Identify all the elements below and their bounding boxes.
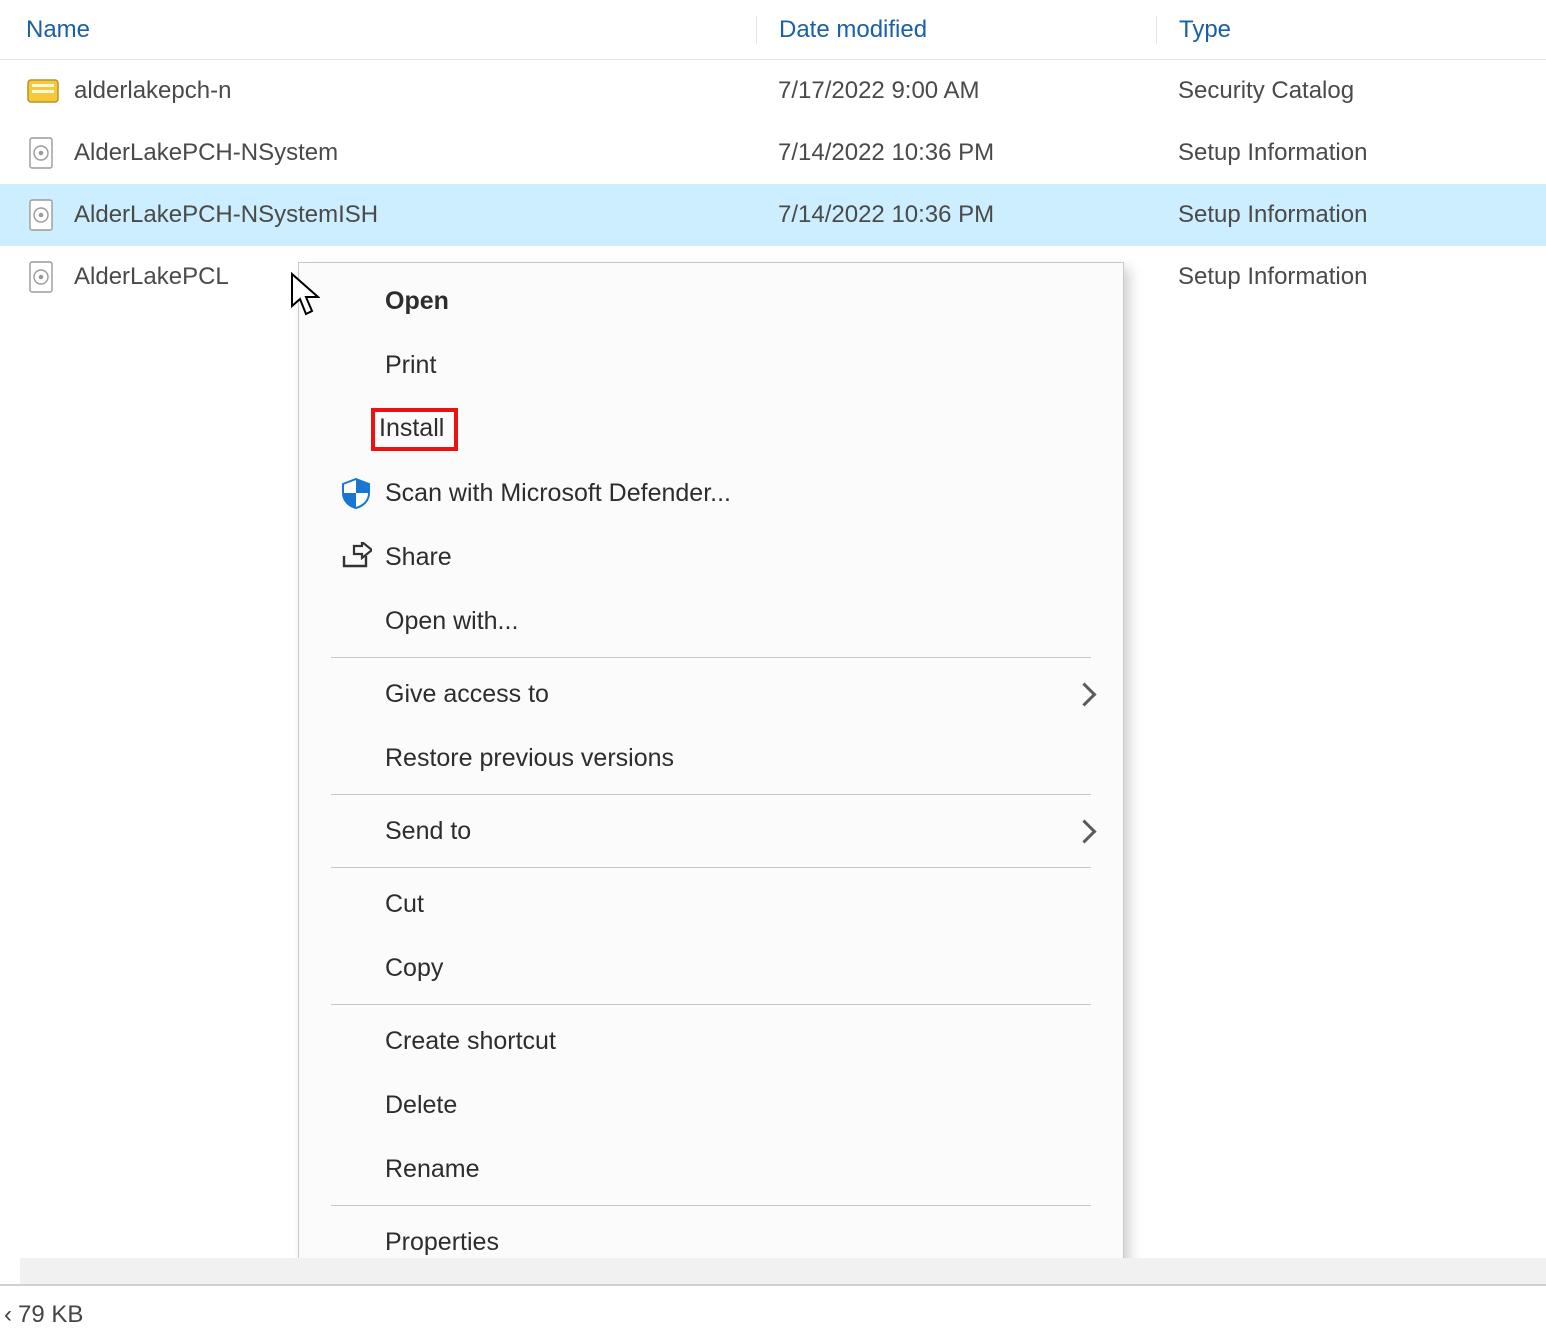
- file-date: 7/17/2022 9:00 AM: [756, 77, 1156, 105]
- menu-separator: [331, 867, 1091, 868]
- header-name[interactable]: Name: [26, 16, 756, 44]
- menu-label: Copy: [381, 954, 443, 983]
- header-type[interactable]: Type: [1156, 16, 1546, 44]
- file-row-selected[interactable]: AlderLakePCH-NSystemISH 7/14/2022 10:36 …: [0, 184, 1546, 246]
- menu-separator: [331, 794, 1091, 795]
- menu-defender[interactable]: Scan with Microsoft Defender...: [299, 461, 1123, 525]
- file-name: AlderLakePCH-NSystemISH: [74, 201, 378, 229]
- menu-label: Create shortcut: [381, 1027, 556, 1056]
- horizontal-scrollbar[interactable]: [20, 1258, 1546, 1284]
- menu-label: Restore previous versions: [381, 744, 674, 773]
- menu-open[interactable]: Open: [299, 269, 1123, 333]
- menu-label: Cut: [381, 890, 424, 919]
- menu-rename[interactable]: Rename: [299, 1137, 1123, 1201]
- menu-label: Send to: [381, 817, 471, 846]
- menu-label: Scan with Microsoft Defender...: [381, 479, 731, 508]
- menu-label: Open: [381, 287, 449, 316]
- status-size: 79 KB: [18, 1301, 83, 1329]
- file-type: Security Catalog: [1156, 77, 1546, 105]
- menu-share[interactable]: Share: [299, 525, 1123, 589]
- menu-separator: [331, 657, 1091, 658]
- menu-label: Properties: [381, 1228, 499, 1257]
- menu-label: Delete: [381, 1091, 457, 1120]
- file-name: AlderLakePCL: [74, 263, 229, 291]
- file-date: 7/14/2022 10:36 PM: [756, 139, 1156, 167]
- menu-label: Print: [381, 351, 436, 380]
- menu-label: Open with...: [381, 607, 518, 636]
- setup-info-icon: [26, 136, 60, 170]
- menu-label-highlighted: Install: [371, 408, 458, 451]
- status-bar: ‹ 79 KB: [0, 1284, 1546, 1344]
- menu-install[interactable]: Install: [299, 397, 1123, 461]
- file-row[interactable]: AlderLakePCH-NSystem 7/14/2022 10:36 PM …: [0, 122, 1546, 184]
- menu-label: Share: [381, 543, 452, 572]
- setup-info-icon: [26, 198, 60, 232]
- defender-shield-icon: [331, 476, 381, 510]
- menu-open-with[interactable]: Open with...: [299, 589, 1123, 653]
- file-type: Setup Information: [1156, 139, 1546, 167]
- file-name: AlderLakePCH-NSystem: [74, 139, 338, 167]
- file-type: Setup Information: [1156, 201, 1546, 229]
- menu-print[interactable]: Print: [299, 333, 1123, 397]
- menu-cut[interactable]: Cut: [299, 872, 1123, 936]
- setup-info-icon: [26, 260, 60, 294]
- menu-delete[interactable]: Delete: [299, 1073, 1123, 1137]
- menu-create-shortcut[interactable]: Create shortcut: [299, 1009, 1123, 1073]
- header-date[interactable]: Date modified: [756, 16, 1156, 44]
- file-type: Setup Information: [1156, 263, 1546, 291]
- menu-separator: [331, 1205, 1091, 1206]
- menu-label: Rename: [381, 1155, 480, 1184]
- menu-restore-versions[interactable]: Restore previous versions: [299, 726, 1123, 790]
- file-row[interactable]: alderlakepch-n 7/17/2022 9:00 AM Securit…: [0, 60, 1546, 122]
- share-icon: [331, 542, 381, 572]
- context-menu: Open Print Install Scan with Microsoft D…: [298, 262, 1124, 1293]
- file-date: 7/14/2022 10:36 PM: [756, 201, 1156, 229]
- menu-separator: [331, 1004, 1091, 1005]
- security-catalog-icon: [26, 74, 60, 108]
- menu-give-access[interactable]: Give access to: [299, 662, 1123, 726]
- menu-label: Give access to: [381, 680, 549, 709]
- menu-send-to[interactable]: Send to: [299, 799, 1123, 863]
- menu-copy[interactable]: Copy: [299, 936, 1123, 1000]
- file-name: alderlakepch-n: [74, 77, 231, 105]
- column-headers: Name Date modified Type: [0, 0, 1546, 60]
- status-left-truncated: ‹: [4, 1301, 12, 1329]
